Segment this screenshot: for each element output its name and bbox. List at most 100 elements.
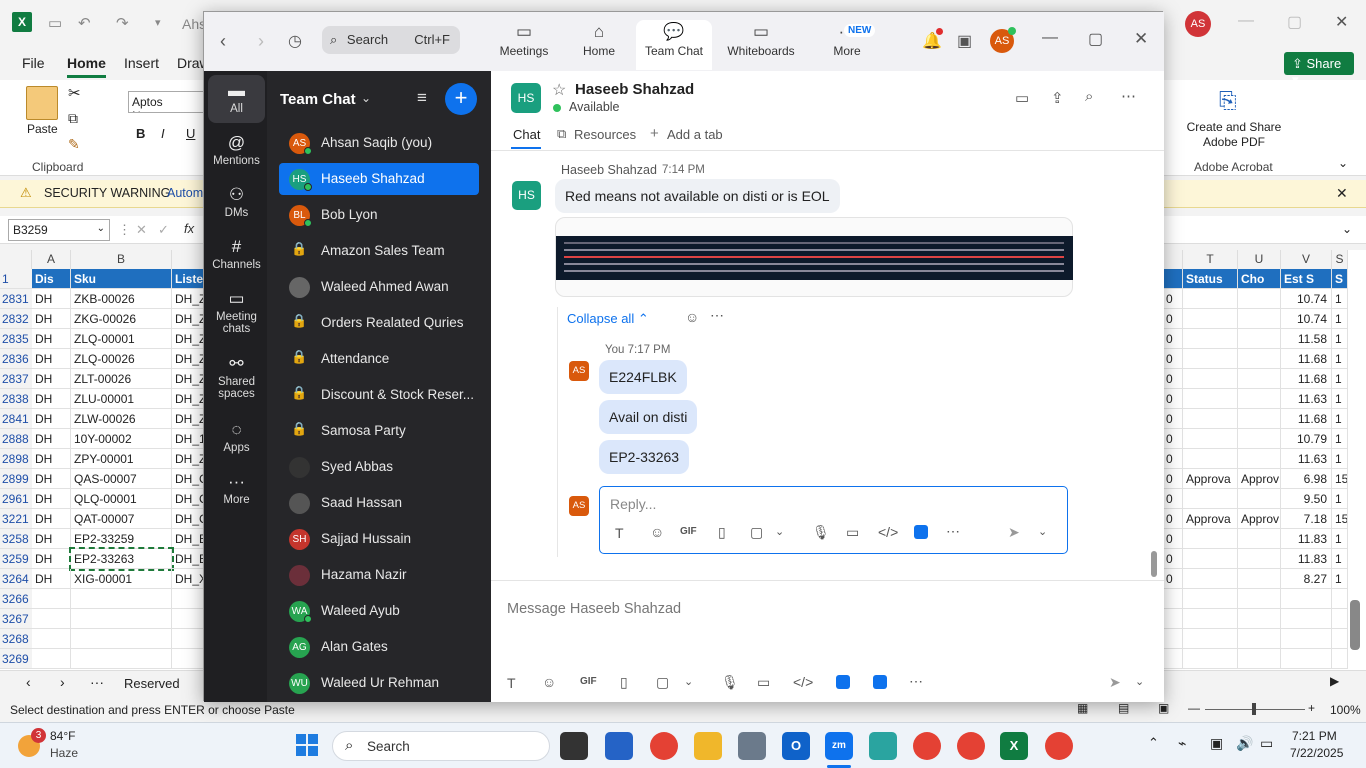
create-pdf-button[interactable]: Create and Share Adobe PDF: [1185, 120, 1283, 150]
cell-dist[interactable]: DH: [32, 429, 71, 449]
cell-status[interactable]: [1183, 549, 1238, 569]
cell-est[interactable]: 11.68: [1281, 349, 1332, 369]
zoom-slider-thumb[interactable]: [1252, 703, 1256, 715]
cell-est[interactable]: 11.68: [1281, 409, 1332, 429]
cell-sku[interactable]: EP2-33259: [71, 529, 172, 549]
cell-s[interactable]: 1: [1332, 489, 1348, 509]
cell-r[interactable]: 0: [1163, 549, 1183, 569]
store-icon[interactable]: [605, 732, 633, 760]
code-icon[interactable]: </>: [793, 674, 813, 690]
row-header[interactable]: 2835: [0, 329, 32, 349]
cell-s[interactable]: [1332, 629, 1348, 649]
security-warning-detail[interactable]: Autom: [167, 186, 203, 200]
header-cell-s[interactable]: S: [1332, 269, 1348, 289]
row-header[interactable]: 2841: [0, 409, 32, 429]
outlook-icon[interactable]: O: [782, 732, 810, 760]
menu-file[interactable]: File: [22, 55, 45, 71]
send-options-icon[interactable]: ⌄: [1038, 525, 1047, 538]
cell-sku[interactable]: QLQ-00001: [71, 489, 172, 509]
excel-avatar[interactable]: AS: [1185, 11, 1211, 37]
start-windows-icon[interactable]: [296, 734, 318, 756]
row-header[interactable]: 2837: [0, 369, 32, 389]
ribbon-collapse-icon[interactable]: ⌄: [1338, 156, 1348, 170]
cancel-formula-icon[interactable]: ✕: [136, 222, 147, 238]
cell-s[interactable]: 1: [1332, 429, 1348, 449]
chat-list-dropdown-icon[interactable]: ⌄: [361, 91, 371, 105]
file-icon[interactable]: ▯: [620, 674, 628, 691]
cell-s[interactable]: 1: [1332, 289, 1348, 309]
composer-more-icon[interactable]: ⋯: [909, 673, 923, 690]
cell-r[interactable]: 0: [1163, 529, 1183, 549]
function-icon[interactable]: fx: [184, 221, 194, 236]
cell-choice[interactable]: Approv: [1238, 469, 1281, 489]
reply-bubble-1[interactable]: E224FLBK: [599, 360, 687, 394]
cell-est[interactable]: 10.74: [1281, 309, 1332, 329]
cell-r[interactable]: 0: [1163, 449, 1183, 469]
chat-list-item[interactable]: 🔒 Discount & Stock Reser...: [279, 379, 479, 411]
save-icon[interactable]: ▭: [48, 14, 62, 32]
cell-choice[interactable]: [1238, 409, 1281, 429]
rail-more[interactable]: ··· More: [208, 472, 265, 506]
header-cell-status[interactable]: Status: [1183, 269, 1238, 289]
chat-list-item[interactable]: WA Waleed Ayub: [279, 595, 479, 627]
chrome-profile3-icon[interactable]: [1045, 732, 1073, 760]
cell-status[interactable]: [1183, 629, 1238, 649]
cell-r[interactable]: [1163, 649, 1183, 669]
excel-taskbar-icon[interactable]: X: [1000, 732, 1028, 760]
screenshot-dropdown-icon[interactable]: ⌄: [684, 675, 693, 688]
row-header[interactable]: 3259: [0, 549, 32, 569]
network-icon[interactable]: ⌁: [1178, 735, 1186, 752]
normal-view-icon[interactable]: ▦: [1077, 701, 1088, 715]
col-header-u[interactable]: U: [1238, 250, 1281, 269]
cell-status[interactable]: Approva: [1183, 469, 1238, 489]
calculator-icon[interactable]: [738, 732, 766, 760]
cell-status[interactable]: [1183, 369, 1238, 389]
minimize-icon[interactable]: —: [1238, 12, 1254, 30]
video-message-icon[interactable]: ▭: [846, 524, 859, 541]
cell-dist[interactable]: DH: [32, 549, 71, 569]
cell-choice[interactable]: [1238, 629, 1281, 649]
conversation-scrollbar[interactable]: [1151, 551, 1157, 577]
cell-r[interactable]: 0: [1163, 509, 1183, 529]
share-screen-icon[interactable]: ⇪: [1051, 89, 1064, 107]
cell-r[interactable]: 0: [1163, 309, 1183, 329]
cell-choice[interactable]: [1238, 649, 1281, 669]
row-header[interactable]: 3264: [0, 569, 32, 589]
cell-est[interactable]: 6.98: [1281, 469, 1332, 489]
row-header[interactable]: 2836: [0, 349, 32, 369]
cell-sku[interactable]: ZLU-00001: [71, 389, 172, 409]
cell-status[interactable]: [1183, 529, 1238, 549]
cell-status[interactable]: [1183, 449, 1238, 469]
undo-icon[interactable]: ↶: [78, 14, 91, 32]
cell-s[interactable]: 1: [1332, 329, 1348, 349]
chat-list-item[interactable]: BL Bob Lyon: [279, 199, 479, 231]
chat-list-item[interactable]: AS Ahsan Saqib (you): [279, 127, 479, 159]
send-icon[interactable]: ➤: [1109, 674, 1121, 691]
cell-est[interactable]: 11.83: [1281, 529, 1332, 549]
search-input[interactable]: ⌕ Search Ctrl+F: [322, 26, 460, 54]
create-pdf-icon[interactable]: ⎘: [1219, 88, 1237, 114]
cell-s[interactable]: 1: [1332, 549, 1348, 569]
cell-est[interactable]: 7.18: [1281, 509, 1332, 529]
cell-dist[interactable]: [32, 649, 71, 669]
rail-meeting-chats[interactable]: ▭ Meeting chats: [208, 289, 265, 335]
rail-all[interactable]: ▬ All: [208, 75, 265, 123]
underline-icon[interactable]: U: [186, 126, 195, 141]
cell-sku[interactable]: ZLQ-00001: [71, 329, 172, 349]
cell-est[interactable]: [1281, 649, 1332, 669]
zoom-out-icon[interactable]: —: [1188, 701, 1200, 715]
cell-est[interactable]: 11.63: [1281, 449, 1332, 469]
emoji-icon[interactable]: ☺: [542, 674, 556, 690]
header-cell-dist[interactable]: Dis: [32, 269, 71, 289]
tab-meetings[interactable]: ▭ Meetings: [486, 20, 562, 70]
cell-dist[interactable]: DH: [32, 569, 71, 589]
gift-icon[interactable]: ▣: [957, 31, 972, 51]
thread-more-icon[interactable]: ⋯: [710, 307, 724, 324]
cell-est[interactable]: 11.58: [1281, 329, 1332, 349]
maximize-icon[interactable]: ▢: [1088, 29, 1103, 49]
reply-input[interactable]: Reply...: [610, 496, 656, 512]
cell-s[interactable]: 1: [1332, 349, 1348, 369]
cell-sku[interactable]: [71, 609, 172, 629]
cell-choice[interactable]: [1238, 289, 1281, 309]
row-header[interactable]: 2899: [0, 469, 32, 489]
